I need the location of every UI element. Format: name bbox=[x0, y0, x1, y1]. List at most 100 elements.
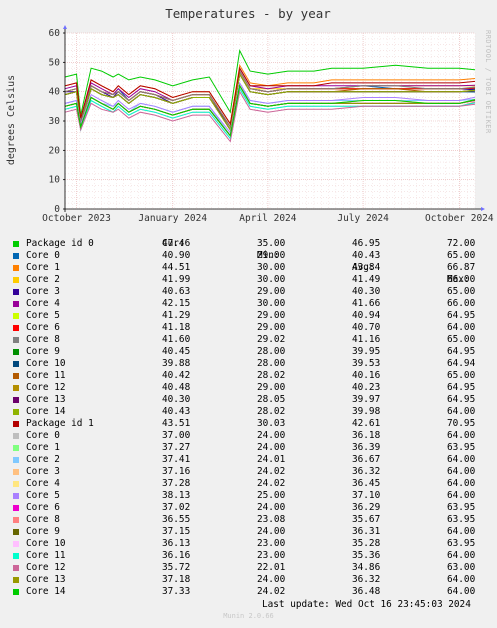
legend-avg-value: 39.95 bbox=[352, 346, 381, 357]
legend-swatch bbox=[13, 445, 19, 451]
legend-swatch bbox=[13, 433, 19, 439]
legend-rows: Package id 0 47.46 35.00 46.95 72.00 Core 0 40… bbox=[12, 238, 492, 598]
legend-avg-value: 37.10 bbox=[352, 490, 381, 501]
legend-min-value: 25.00 bbox=[257, 490, 286, 501]
legend-series-name: Core 13 bbox=[26, 574, 66, 585]
legend-max-value: 64.00 bbox=[447, 586, 476, 597]
legend-cur-value: 47.46 bbox=[162, 238, 191, 249]
legend-max-value: 65.00 bbox=[447, 250, 476, 261]
legend-cur-value: 37.41 bbox=[162, 454, 191, 465]
temperature-chart: Temperatures - by year degrees Celsius 0… bbox=[6, 6, 494, 224]
legend-series-name: Core 14 bbox=[26, 406, 66, 417]
legend-min-value: 28.02 bbox=[257, 406, 286, 417]
legend-max-value: 64.95 bbox=[447, 346, 476, 357]
legend-series-name: Core 4 bbox=[26, 298, 60, 309]
legend-row: Core 5 41.29 29.00 40.94 64.95 bbox=[12, 310, 492, 322]
legend-min-value: 24.00 bbox=[257, 502, 286, 513]
legend-row: Core 8 36.55 23.08 35.67 63.95 bbox=[12, 514, 492, 526]
legend-row: Core 13 40.30 28.05 39.97 64.95 bbox=[12, 394, 492, 406]
legend-row: Core 8 41.60 29.02 41.16 65.00 bbox=[12, 334, 492, 346]
legend-swatch bbox=[13, 277, 19, 283]
legend-min-value: 28.02 bbox=[257, 370, 286, 381]
legend-series-name: Core 3 bbox=[26, 286, 60, 297]
legend-min-value: 29.00 bbox=[257, 382, 286, 393]
legend-min-value: 24.00 bbox=[257, 574, 286, 585]
legend-cur-value: 41.99 bbox=[162, 274, 191, 285]
legend-avg-value: 36.45 bbox=[352, 478, 381, 489]
legend-series-name: Core 0 bbox=[26, 430, 60, 441]
legend-cur-value: 39.88 bbox=[162, 358, 191, 369]
legend-min-value: 29.02 bbox=[257, 334, 286, 345]
legend-avg-value: 36.48 bbox=[352, 586, 381, 597]
legend-cur-value: 37.15 bbox=[162, 526, 191, 537]
legend-min-value: 24.00 bbox=[257, 526, 286, 537]
legend-series-name: Core 3 bbox=[26, 466, 60, 477]
legend-min-value: 24.00 bbox=[257, 430, 286, 441]
legend-series-name: Core 2 bbox=[26, 454, 60, 465]
legend-swatch bbox=[13, 541, 19, 547]
legend-series-name: Core 11 bbox=[26, 550, 66, 561]
legend-avg-value: 43.84 bbox=[352, 262, 381, 273]
legend-series-name: Core 12 bbox=[26, 562, 66, 573]
legend-max-value: 64.94 bbox=[447, 358, 476, 369]
legend-avg-value: 39.98 bbox=[352, 406, 381, 417]
legend-avg-value: 35.28 bbox=[352, 538, 381, 549]
legend-swatch bbox=[13, 313, 19, 319]
legend-max-value: 64.00 bbox=[447, 550, 476, 561]
legend-swatch bbox=[13, 289, 19, 295]
legend-swatch bbox=[13, 265, 19, 271]
legend-avg-value: 41.66 bbox=[352, 298, 381, 309]
legend-cur-value: 36.55 bbox=[162, 514, 191, 525]
legend-row: Core 9 40.45 28.00 39.95 64.95 bbox=[12, 346, 492, 358]
legend-cur-value: 40.48 bbox=[162, 382, 191, 393]
legend-avg-value: 39.97 bbox=[352, 394, 381, 405]
legend-row: Core 0 40.90 29.00 40.43 65.00 bbox=[12, 250, 492, 262]
legend-row: Core 3 37.16 24.02 36.32 64.00 bbox=[12, 466, 492, 478]
legend-row: Core 10 36.13 23.00 35.28 63.95 bbox=[12, 538, 492, 550]
legend-cur-value: 41.60 bbox=[162, 334, 191, 345]
legend-series-name: Core 6 bbox=[26, 502, 60, 513]
legend-row: Core 13 37.18 24.00 36.32 64.00 bbox=[12, 574, 492, 586]
legend-series-name: Core 12 bbox=[26, 382, 66, 393]
legend-cur-value: 37.33 bbox=[162, 586, 191, 597]
legend-swatch bbox=[13, 397, 19, 403]
legend-cur-value: 41.29 bbox=[162, 310, 191, 321]
legend-series-name: Core 0 bbox=[26, 250, 60, 261]
legend-row: Core 0 37.00 24.00 36.18 64.00 bbox=[12, 430, 492, 442]
legend-series-name: Core 13 bbox=[26, 394, 66, 405]
legend-row: Core 3 40.63 29.00 40.30 65.00 bbox=[12, 286, 492, 298]
last-update: Last update: Wed Oct 16 23:45:03 2024 bbox=[262, 599, 471, 610]
legend-avg-value: 46.95 bbox=[352, 238, 381, 249]
x-tick-labels: October 2023 January 2024 April 2024 July 2… bbox=[42, 213, 494, 224]
legend-series-name: Core 11 bbox=[26, 370, 66, 381]
legend-min-value: 24.01 bbox=[257, 454, 286, 465]
legend-swatch bbox=[13, 241, 19, 247]
legend-series-name: Core 10 bbox=[26, 538, 66, 549]
legend-max-value: 66.00 bbox=[447, 298, 476, 309]
legend-swatch bbox=[13, 565, 19, 571]
legend-cur-value: 40.30 bbox=[162, 394, 191, 405]
legend-cur-value: 36.16 bbox=[162, 550, 191, 561]
legend-swatch bbox=[13, 493, 19, 499]
legend-series-name: Core 4 bbox=[26, 478, 60, 489]
legend-max-value: 65.00 bbox=[447, 334, 476, 345]
legend-min-value: 30.00 bbox=[257, 298, 286, 309]
legend-series-name: Core 2 bbox=[26, 274, 60, 285]
legend-avg-value: 36.31 bbox=[352, 526, 381, 537]
y-tick-label: 50 bbox=[49, 57, 61, 68]
legend-row: Core 12 35.72 22.01 34.86 63.00 bbox=[12, 562, 492, 574]
legend-cur-value: 40.42 bbox=[162, 370, 191, 381]
legend-row: Package id 1 43.51 30.03 42.61 70.95 bbox=[12, 418, 492, 430]
legend-max-value: 63.95 bbox=[447, 538, 476, 549]
legend-series-name: Core 1 bbox=[26, 262, 60, 273]
legend-swatch bbox=[13, 589, 19, 595]
y-tick-labels: 0102030405060 bbox=[49, 28, 61, 215]
legend-avg-value: 40.23 bbox=[352, 382, 381, 393]
legend-row: Core 12 40.48 29.00 40.23 64.95 bbox=[12, 382, 492, 394]
legend-max-value: 64.00 bbox=[447, 478, 476, 489]
legend-max-value: 64.00 bbox=[447, 490, 476, 501]
legend-min-value: 24.02 bbox=[257, 586, 286, 597]
legend-avg-value: 36.18 bbox=[352, 430, 381, 441]
legend-row: Core 14 37.33 24.02 36.48 64.00 bbox=[12, 586, 492, 598]
y-tick-label: 10 bbox=[49, 175, 61, 186]
